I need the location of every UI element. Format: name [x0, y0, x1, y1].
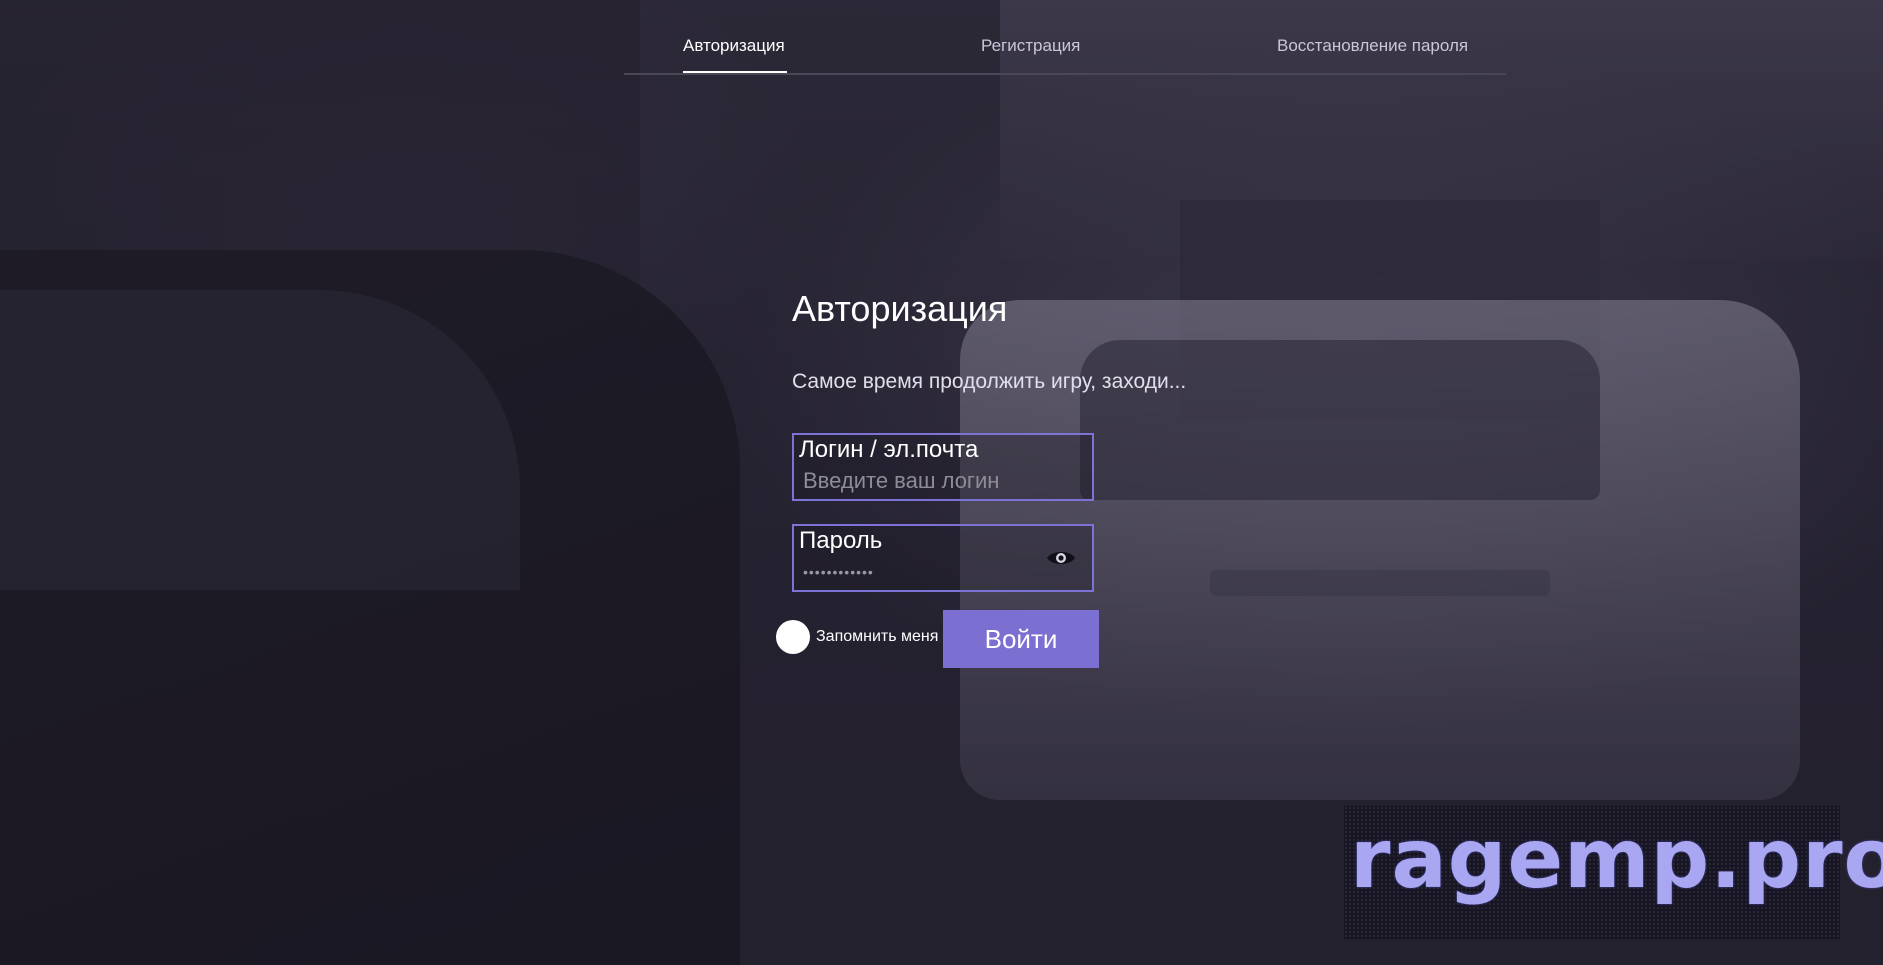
- login-field-label: Логин / эл.почта: [799, 436, 979, 463]
- watermark-logo: ragemp.pro: [1344, 806, 1883, 940]
- password-field: Пароль: [792, 524, 1094, 592]
- eye-icon[interactable]: [1046, 548, 1076, 568]
- remember-me-switch[interactable]: [776, 620, 810, 654]
- page-subtitle: Самое время продолжить игру, заходи...: [792, 370, 1187, 393]
- page-title: Авторизация: [792, 288, 1008, 329]
- auth-tabs: Авторизация Регистрация Восстановление п…: [624, 0, 1506, 75]
- tab-registration[interactable]: Регистрация: [981, 36, 1080, 56]
- tab-password-recovery[interactable]: Восстановление пароля: [1277, 36, 1468, 56]
- login-button[interactable]: Войти: [943, 610, 1099, 668]
- login-input[interactable]: [803, 468, 1053, 494]
- watermark-text: ragemp.pro: [1350, 812, 1883, 907]
- tab-authorization[interactable]: Авторизация: [683, 36, 785, 56]
- active-tab-indicator: [683, 71, 787, 73]
- password-field-label: Пароль: [799, 527, 883, 554]
- remember-me-label: Запомнить меня: [816, 628, 939, 645]
- login-field: Логин / эл.почта: [792, 433, 1094, 501]
- remember-me-toggle[interactable]: Запомнить меня: [776, 620, 938, 654]
- password-input[interactable]: [803, 559, 1053, 585]
